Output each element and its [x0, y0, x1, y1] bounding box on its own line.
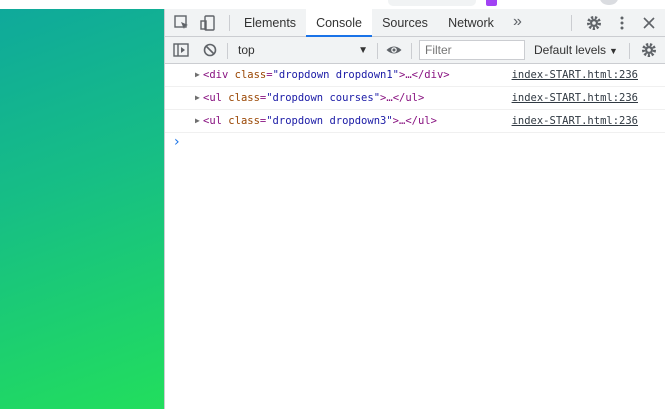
- html-tag-open: <ul: [203, 115, 222, 127]
- html-tag-open: <ul: [203, 92, 222, 104]
- console-prompt[interactable]: ›: [165, 133, 665, 153]
- tab-sources[interactable]: Sources: [375, 9, 435, 37]
- toolbar-divider: [411, 43, 412, 59]
- attr-name: class: [234, 69, 267, 81]
- toolbar-divider: [629, 43, 630, 59]
- console-message[interactable]: <div class="dropdown dropdown1">…</div>: [203, 64, 450, 86]
- toolbar-divider: [227, 43, 228, 59]
- log-levels-label: Default levels: [534, 43, 607, 57]
- source-link[interactable]: index-START.html:236: [512, 110, 638, 132]
- source-link[interactable]: index-START.html:236: [512, 64, 638, 86]
- tab-elements[interactable]: Elements: [237, 9, 303, 37]
- log-levels-dropdown[interactable]: Default levels ▼: [534, 41, 618, 60]
- device-toolbar-icon[interactable]: [199, 14, 217, 32]
- expand-triangle-icon[interactable]: ▶: [195, 87, 200, 109]
- browser-chrome-strip: [0, 0, 665, 9]
- devtools-tabbar: Elements Console Sources Network »: [165, 9, 665, 37]
- devtools-panel: Elements Console Sources Network » top ▼…: [164, 9, 665, 409]
- console-log-row[interactable]: ▶ <ul class="dropdown dropdown3">…</ul> …: [165, 110, 665, 133]
- attr-name: class: [228, 115, 260, 127]
- console-log-row[interactable]: ▶ <ul class="dropdown courses">…</ul> in…: [165, 87, 665, 110]
- extension-icon[interactable]: [486, 0, 497, 6]
- html-tag-close: </div>: [411, 69, 450, 81]
- tab-console[interactable]: Console: [306, 9, 372, 37]
- more-tabs-button[interactable]: »: [513, 9, 522, 37]
- web-page-viewport: [0, 9, 164, 409]
- source-link[interactable]: index-START.html:236: [512, 87, 638, 109]
- prompt-chevron-icon: ›: [174, 134, 180, 150]
- attr-value: "dropdown dropdown3": [266, 115, 393, 127]
- chevron-down-icon: ▼: [358, 45, 368, 56]
- attr-name: class: [228, 92, 260, 104]
- context-selector[interactable]: top ▼: [232, 41, 370, 60]
- console-sidebar-icon[interactable]: [172, 41, 190, 59]
- filter-input[interactable]: [419, 40, 525, 60]
- avatar[interactable]: [600, 0, 618, 5]
- html-tag-open: <div: [203, 69, 229, 81]
- expand-triangle-icon[interactable]: ▶: [195, 110, 200, 132]
- gear-icon[interactable]: [585, 14, 603, 32]
- html-tag-close: </ul>: [405, 115, 437, 127]
- html-tag-close: </ul>: [392, 92, 425, 104]
- attr-value: "dropdown courses": [266, 92, 381, 104]
- console-output: ▶ <div class="dropdown dropdown1">…</div…: [165, 64, 665, 153]
- console-message[interactable]: <ul class="dropdown courses">…</ul>: [203, 87, 424, 109]
- chevron-down-icon: ▼: [609, 46, 618, 56]
- context-value: top: [238, 43, 255, 57]
- kebab-menu-icon[interactable]: [613, 14, 631, 32]
- collapsed-ellipsis: >…: [399, 69, 412, 81]
- close-icon[interactable]: [640, 14, 658, 32]
- address-bar-edge: [388, 0, 476, 6]
- collapsed-ellipsis: >…: [392, 115, 406, 127]
- tab-network[interactable]: Network: [441, 9, 501, 37]
- live-expression-eye-icon[interactable]: [385, 41, 403, 59]
- console-settings-gear-icon[interactable]: [640, 41, 658, 59]
- toolbar-divider: [377, 43, 378, 59]
- console-log-row[interactable]: ▶ <div class="dropdown dropdown1">…</div…: [165, 64, 665, 87]
- attr-value: "dropdown dropdown1": [272, 69, 399, 81]
- clear-console-icon[interactable]: [201, 41, 219, 59]
- console-toolbar: top ▼ Default levels▼: [165, 37, 665, 64]
- inspect-element-icon[interactable]: [173, 14, 191, 32]
- toolbar-divider: [229, 15, 230, 31]
- expand-triangle-icon[interactable]: ▶: [195, 64, 200, 86]
- collapsed-ellipsis: >…: [380, 92, 393, 104]
- console-message[interactable]: <ul class="dropdown dropdown3">…</ul>: [203, 110, 437, 132]
- toolbar-divider: [571, 15, 572, 31]
